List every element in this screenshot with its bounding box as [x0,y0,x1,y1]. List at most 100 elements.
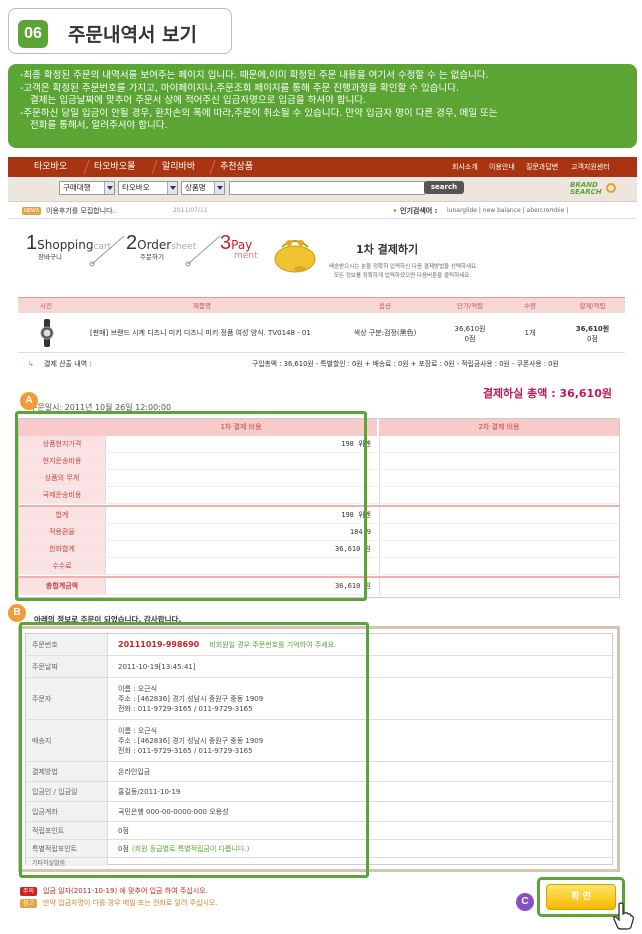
search-bar: 구매대행 타오바오 상품명 [8,177,637,202]
nav-link-support[interactable]: 고객지원센터 [571,157,610,177]
notice-line: -주문하신 당일 입금이 안될 경우, 환차손의 폭에 따라,주문이 취소될 수… [20,107,498,119]
caution-text: 입금 일자(2011-10-19) 에 맞추어 입금 하여 주십시오. [43,887,208,895]
notice-line: -최종 확정된 주문의 내역서를 보여주는 페이지 입니다. 때문에,이미 확정… [20,70,489,81]
unit-point: 0점 [464,335,476,343]
search-input[interactable] [229,181,425,195]
chevron-down-icon [167,182,177,194]
step-connector [185,235,221,267]
news-badge: NEWS [22,207,42,215]
keyword-label: 인기검색어 : [400,207,438,215]
nav-divider [209,160,216,174]
page-title: 주문내역서 보기 [68,24,197,46]
step-3-number: 3 [220,232,232,254]
nav-tab-taobaomall[interactable]: 타오바오몰 [94,157,135,177]
step-3-title2: ment [234,251,258,261]
unit-price: 36,610원 [454,325,486,333]
col-product: 제품명 [193,302,211,310]
site-select-value: 타오바오 [122,183,150,192]
step-1-number: 1 [26,232,38,254]
hand-cursor-icon [613,902,634,930]
watch-image[interactable] [38,319,56,347]
step-connector [89,235,125,267]
note-text: 만약 입금자명이 다를 경우 메일 또는 전화로 알려 주십시오. [43,899,218,907]
field-select-value: 상품명 [185,183,206,192]
payment-title: 1차 결제하기 [356,243,419,256]
nav-tab-alibaba[interactable]: 알리바바 [162,157,195,177]
total-cell: 36,610원 0점 [560,324,625,344]
news-date: 2011/07/11 [173,207,208,214]
cost-2nd-cell [379,507,619,524]
nav-tab-recommended[interactable]: 추천상품 [220,157,253,177]
total-pay: 결제하실 총액 : 36,610원 [482,387,612,400]
highlight-b [19,622,369,878]
notice-box: -최종 확정된 주문의 내역서를 보여주는 페이지 입니다. 때문에,이미 확정… [8,64,637,148]
site-select[interactable]: 타오바오 [118,181,178,195]
calc-text: 구입총액 : 36,610원 - 특별할인 : 0원 + 배송료 : 0원 + … [252,360,559,368]
service-select-value: 구매대행 [63,183,91,192]
unit-price-cell: 36,610원 0점 [440,324,500,344]
chevron-down-icon [214,182,224,194]
search-button[interactable]: search [424,181,464,194]
product-option: 색상 구분:검정(黑色) [353,329,417,337]
news-bar: NEWS 이용후기를 모집합니다. 2011/07/11 ▸ 인기검색어 : l… [8,203,637,219]
nav-link-company[interactable]: 회사소개 [452,157,478,177]
nav-link-guide[interactable]: 이용안내 [489,157,515,177]
popular-keywords[interactable]: lunarglide | new balance | abercrombie | [447,203,568,219]
cost-header-2: 2차 결제 비용 [379,419,619,436]
brand-search-label: SEARCH [570,188,602,196]
marker-c: C [516,893,534,911]
footer-note-1: 주의 입금 일자(2011-10-19) 에 맞추어 입금 하여 주십시오. [20,886,208,896]
field-select[interactable]: 상품명 [181,181,225,195]
col-photo: 사진 [40,302,52,310]
step-2-number: 2 [126,232,138,254]
quantity: 1개 [524,329,536,337]
step-3-title: Pay [231,238,253,252]
product-name[interactable]: [판매] 브랜드 시계 디즈니 미키 디즈니 미키 정품 여성 양식. TV01… [90,328,335,338]
notice-line: 전화를 통해서, 알려주셔야 합니다. [30,120,168,131]
payment-desc: 모든 정보를 정확하게 입력하셨으면 다음버튼을 클릭하세요. [334,273,471,279]
product-table-header: 사진 제품명 옵션 단가/적립 수량 합계/적립 [18,297,625,313]
marker-b: B [8,604,26,622]
cost-2nd-cell [379,436,619,453]
news-text[interactable]: 이용후기를 모집합니다. [46,203,115,219]
cost-2nd-cell [379,558,619,575]
brand-search-link[interactable]: BRAND SEARCH [570,182,602,196]
col-total: 합계/적립 [579,302,606,310]
top-nav: 타오바오 타오바오몰 알리바바 추천상품 회사소개 이용안내 질문과답변 고객지… [8,157,637,177]
footer-note-2: 참고 만약 입금자명이 다를 경우 메일 또는 전화로 알려 주십시오. [20,898,218,908]
chevron-down-icon [104,182,114,194]
step-3: 3Pay ment [220,232,258,261]
nav-divider [83,160,90,174]
caution-badge: 주의 [20,886,38,896]
confirm-button[interactable]: 확 인 [546,884,616,910]
calc-row: ↳ 결제 산출 내역 : 구입총액 : 36,610원 - 특별할인 : 0원 … [18,353,625,375]
cost-2nd-cell [379,524,619,541]
calc-label: 결제 산출 내역 : [44,360,92,368]
arrow-icon: ↳ [28,360,34,368]
highlight-a [15,411,367,601]
col-unit-price: 단가/적립 [456,302,484,310]
cost-2nd-cell [379,487,619,504]
note-badge: 참고 [20,898,38,908]
step-2-title: Order [137,238,172,252]
total-price: 36,610원 [575,325,610,333]
cost-2nd-cell [379,453,619,470]
section-number: 06 [18,20,48,48]
col-option: 옵션 [379,302,391,310]
step-1-title: Shopping [37,238,94,252]
product-row: [판매] 브랜드 시계 디즈니 미키 디즈니 미키 정품 여성 양식. TV01… [18,313,625,353]
cost-2nd-cell [379,541,619,558]
nav-tab-taobao[interactable]: 타오바오 [34,157,67,177]
nav-divider [151,160,158,174]
cost-2nd-cell [379,470,619,487]
search-icon[interactable] [606,183,616,193]
total-point: 0점 [587,335,598,343]
bullet-icon: ▸ [394,207,398,214]
notice-line: 결제는 입금날짜에 맞추어 주문서 상에 적어주신 입금자명으로 입금을 하셔야… [30,95,367,106]
marker-a: A [20,392,38,410]
service-select[interactable]: 구매대행 [59,181,115,195]
payment-desc: 배송받으시는 분을 정확히 입력하신 다음 결제방법을 선택하세요. [329,264,478,270]
col-qty: 수량 [524,302,536,310]
nav-link-qna[interactable]: 질문과답변 [526,157,558,177]
notice-line: -고객은 확정된 주문번호를 가지고, 마이페이지나,주문조회 페이지를 통해 … [20,82,460,94]
